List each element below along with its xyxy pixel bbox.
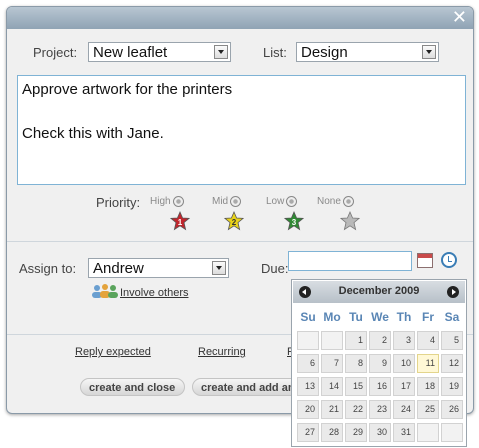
radio-icon[interactable] — [230, 196, 242, 207]
people-icon — [92, 284, 118, 298]
project-select-value: New leaflet — [93, 44, 168, 61]
weekday-header: Su — [300, 310, 316, 324]
list-select[interactable]: Design — [296, 42, 439, 62]
calendar-day[interactable]: 9 — [369, 354, 391, 373]
radio-icon[interactable] — [342, 196, 354, 207]
calendar-day[interactable]: 6 — [297, 354, 319, 373]
weekday-header: Sa — [444, 310, 460, 324]
create-and-add-another-button[interactable]: create and add an — [192, 378, 302, 396]
calendar-day[interactable]: 29 — [345, 423, 367, 442]
calendar-day[interactable]: 18 — [417, 377, 439, 396]
divider — [7, 241, 473, 242]
radio-icon[interactable] — [286, 196, 298, 207]
priority-mid-option[interactable]: Mid — [212, 196, 242, 208]
calendar-day[interactable]: 16 — [369, 377, 391, 396]
calendar-day[interactable]: 30 — [369, 423, 391, 442]
radio-icon[interactable] — [172, 196, 184, 207]
calendar-empty-cell — [441, 423, 463, 442]
list-label: List: — [263, 45, 287, 60]
clock-icon[interactable] — [441, 252, 457, 268]
chevron-down-icon[interactable] — [212, 261, 226, 275]
calendar-day[interactable]: 31 — [393, 423, 415, 442]
priority-high-option[interactable]: High — [150, 196, 184, 207]
project-select[interactable]: New leaflet — [88, 42, 231, 62]
calendar-day[interactable]: 11 — [417, 354, 439, 373]
chevron-down-icon[interactable] — [422, 45, 436, 59]
assign-to-select[interactable]: Andrew — [88, 258, 229, 278]
project-label: Project: — [33, 45, 78, 60]
calendar-header: December 2009 — [293, 281, 465, 303]
calendar-month-title: December 2009 — [338, 285, 420, 297]
calendar-day[interactable]: 23 — [369, 400, 391, 419]
chevron-down-icon[interactable] — [214, 45, 228, 59]
calendar-day[interactable]: 22 — [345, 400, 367, 419]
close-icon[interactable]: ✕ — [452, 8, 467, 28]
create-and-close-button[interactable]: create and close — [80, 378, 185, 396]
calendar-day[interactable]: 14 — [321, 377, 343, 396]
calendar-day[interactable]: 25 — [417, 400, 439, 419]
star-mid-number: 2 — [232, 218, 237, 227]
calendar-icon[interactable] — [417, 253, 433, 268]
reply-expected-link[interactable]: Reply expected — [75, 346, 151, 358]
star-none-icon[interactable] — [340, 211, 360, 231]
calendar-day[interactable]: 21 — [321, 400, 343, 419]
star-low-number: 3 — [292, 218, 297, 227]
list-select-value: Design — [301, 44, 348, 61]
star-high-number: 1 — [178, 218, 183, 227]
calendar-day[interactable]: 12 — [441, 354, 463, 373]
priority-none-label: None — [317, 196, 341, 208]
dialog-titlebar: ✕ — [7, 7, 473, 29]
weekday-header: Mo — [323, 310, 341, 324]
priority-high-label: High — [150, 196, 171, 208]
priority-mid-label: Mid — [212, 196, 229, 208]
calendar-day[interactable]: 13 — [297, 377, 319, 396]
calendar-day[interactable]: 24 — [393, 400, 415, 419]
calendar-day[interactable]: 1 — [345, 331, 367, 350]
next-month-icon[interactable] — [447, 286, 459, 298]
calendar-empty-cell — [321, 331, 343, 350]
calendar-day[interactable]: 17 — [393, 377, 415, 396]
involve-others-link[interactable]: Involve others — [120, 287, 188, 299]
task-text-line-2: Check this with Jane. — [22, 125, 164, 142]
calendar-day[interactable]: 19 — [441, 377, 463, 396]
date-picker-popup: December 2009 Su Mo Tu We Th Fr Sa 1 2 3 4 5 6 7 8 9 10 1… — [291, 279, 467, 447]
calendar-day[interactable]: 5 — [441, 331, 463, 350]
due-label: Due: — [261, 261, 289, 276]
priority-none-option[interactable]: None — [317, 196, 354, 207]
priority-low-label: Low — [266, 196, 285, 208]
priority-label: Priority: — [96, 195, 141, 210]
calendar-empty-cell — [297, 331, 319, 350]
star-mid-icon[interactable]: 2 — [224, 211, 244, 231]
recurring-link[interactable]: Recurring — [198, 346, 246, 358]
calendar-day[interactable]: 8 — [345, 354, 367, 373]
task-description-textarea[interactable]: Approve artwork for the printers Check t… — [17, 75, 466, 185]
calendar-day[interactable]: 20 — [297, 400, 319, 419]
calendar-day[interactable]: 3 — [393, 331, 415, 350]
weekday-header: Fr — [422, 310, 434, 324]
due-date-input[interactable] — [288, 251, 412, 271]
weekday-header: Th — [396, 310, 412, 324]
calendar-day[interactable]: 27 — [297, 423, 319, 442]
calendar-day[interactable]: 28 — [321, 423, 343, 442]
star-low-icon[interactable]: 3 — [284, 211, 304, 231]
star-high-icon[interactable]: 1 — [170, 211, 190, 231]
weekday-header: Tu — [349, 310, 363, 324]
calendar-day[interactable]: 26 — [441, 400, 463, 419]
assign-to-label: Assign to: — [19, 261, 77, 276]
priority-low-option[interactable]: Low — [266, 196, 298, 208]
assign-to-value: Andrew — [93, 260, 144, 277]
calendar-day[interactable]: 4 — [417, 331, 439, 350]
task-text-line-1: Approve artwork for the printers — [22, 81, 233, 98]
calendar-day[interactable]: 7 — [321, 354, 343, 373]
calendar-day[interactable]: 10 — [393, 354, 415, 373]
calendar-day[interactable]: 15 — [345, 377, 367, 396]
calendar-empty-cell — [417, 423, 439, 442]
calendar-day[interactable]: 2 — [369, 331, 391, 350]
weekday-header: We — [371, 310, 389, 324]
